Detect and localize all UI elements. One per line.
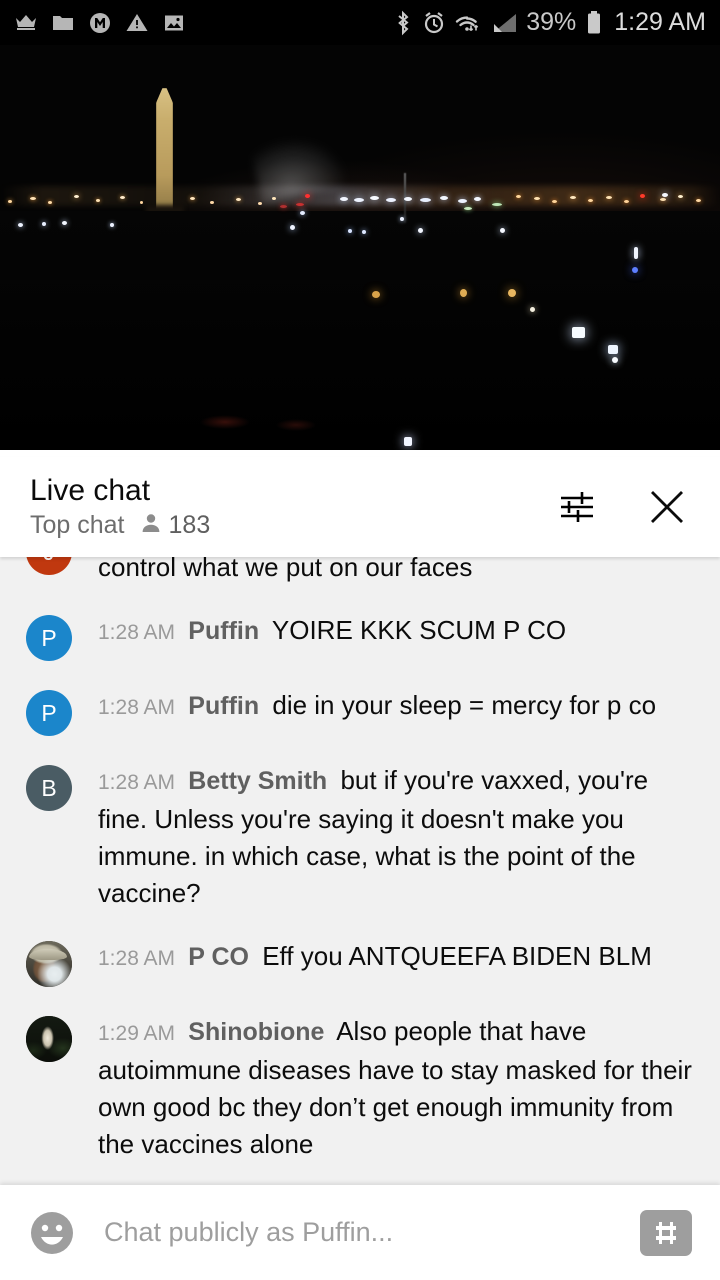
avatar[interactable]: P xyxy=(26,615,72,661)
avatar[interactable]: B xyxy=(26,765,72,811)
chat-message-list[interactable]: J control what we put on our faces P 1:2… xyxy=(0,557,720,1185)
bluetooth-icon xyxy=(392,10,414,36)
message-timestamp: 1:29 AM xyxy=(98,1022,176,1045)
battery-icon xyxy=(586,10,602,36)
wifi-icon xyxy=(454,10,484,36)
list-item[interactable]: 1:28 AM P CO Eff you ANTQUEEFA BIDEN BLM xyxy=(0,938,720,987)
message-text: die in your sleep = mercy for p co xyxy=(272,690,657,720)
folder-icon xyxy=(51,11,75,35)
status-bar-right-icons: 39% 1:29 AM xyxy=(392,8,706,37)
list-item[interactable]: P 1:28 AM Puffin YOIRE KKK SCUM P CO xyxy=(0,612,720,661)
list-item[interactable]: P 1:28 AM Puffin die in your sleep = mer… xyxy=(0,687,720,736)
message-text: YOIRE KKK SCUM P CO xyxy=(271,615,567,645)
message-text: but if you're vaxxed, you're fine. Unles… xyxy=(98,765,649,908)
person-icon xyxy=(139,511,163,540)
live-chat-header: Live chat Top chat 183 xyxy=(0,457,720,557)
chat-mode-label[interactable]: Top chat xyxy=(30,511,125,540)
page-title: Live chat xyxy=(30,474,151,507)
message-body: 1:28 AM Puffin YOIRE KKK SCUM P CO xyxy=(72,612,720,661)
chat-header-titles: Live chat Top chat 183 xyxy=(30,474,210,540)
status-bar-clock: 1:29 AM xyxy=(614,8,706,36)
avatar[interactable] xyxy=(26,941,72,987)
avatar-photo xyxy=(26,1016,72,1062)
chat-header-actions xyxy=(554,484,690,530)
message-author[interactable]: P CO xyxy=(188,943,249,971)
viewer-count-group: 183 xyxy=(139,511,211,540)
message-author[interactable]: Puffin xyxy=(188,692,259,720)
avatar-letter: P xyxy=(41,624,57,651)
emoji-smiley-icon[interactable] xyxy=(28,1209,76,1257)
m-circle-icon xyxy=(88,11,112,35)
dollar-icon[interactable] xyxy=(640,1209,692,1256)
search-input[interactable] xyxy=(76,1217,640,1248)
avatar-letter: B xyxy=(41,774,57,801)
message-timestamp: 1:28 AM xyxy=(98,947,176,970)
avatar[interactable] xyxy=(26,1016,72,1062)
close-icon[interactable] xyxy=(644,484,690,530)
cell-signal-icon xyxy=(492,11,518,35)
battery-percent: 39% xyxy=(526,8,577,36)
avatar[interactable]: P xyxy=(26,690,72,736)
status-bar-left-icons xyxy=(14,11,186,35)
list-item[interactable]: J control what we put on our faces xyxy=(0,557,720,586)
list-item[interactable]: 1:29 AM Shinobione Also people that have… xyxy=(0,1013,720,1163)
avatar[interactable]: J xyxy=(26,557,72,575)
message-timestamp: 1:28 AM xyxy=(98,771,176,794)
foreground-ground xyxy=(0,211,720,450)
alarm-icon xyxy=(422,10,446,36)
sliders-icon[interactable] xyxy=(554,484,600,530)
message-body: 1:28 AM P CO Eff you ANTQUEEFA BIDEN BLM xyxy=(72,938,720,987)
message-body: 1:28 AM Betty Smith but if you're vaxxed… xyxy=(72,762,720,912)
warning-triangle-icon xyxy=(125,11,149,35)
avatar-photo xyxy=(26,941,72,987)
message-text: Eff you ANTQUEEFA BIDEN BLM xyxy=(262,941,652,971)
avatar-photo-hat xyxy=(29,949,67,960)
message-timestamp: 1:28 AM xyxy=(98,696,176,719)
viewer-count: 183 xyxy=(168,511,211,539)
horizon-glow xyxy=(0,186,720,206)
list-item[interactable]: B 1:28 AM Betty Smith but if you're vaxx… xyxy=(0,762,720,912)
video-player[interactable] xyxy=(0,45,720,450)
crown-icon xyxy=(14,11,38,35)
avatar-letter: P xyxy=(41,699,57,726)
message-author[interactable]: Shinobione xyxy=(188,1018,324,1046)
image-icon xyxy=(162,11,186,35)
message-body: 1:28 AM Puffin die in your sleep = mercy… xyxy=(72,687,720,736)
status-bar: 39% 1:29 AM xyxy=(0,0,720,45)
message-timestamp: 1:28 AM xyxy=(98,621,176,644)
message-author[interactable]: Betty Smith xyxy=(188,767,327,795)
avatar-letter: J xyxy=(43,557,55,566)
washington-monument xyxy=(156,88,173,213)
message-text: control what we put on our faces xyxy=(98,557,473,582)
chat-input-bar xyxy=(0,1185,720,1280)
message-body: 1:29 AM Shinobione Also people that have… xyxy=(72,1013,720,1163)
message-author[interactable]: Puffin xyxy=(188,617,259,645)
chat-header-subtitle: Top chat 183 xyxy=(30,511,210,540)
message-body: control what we put on our faces xyxy=(72,557,720,586)
